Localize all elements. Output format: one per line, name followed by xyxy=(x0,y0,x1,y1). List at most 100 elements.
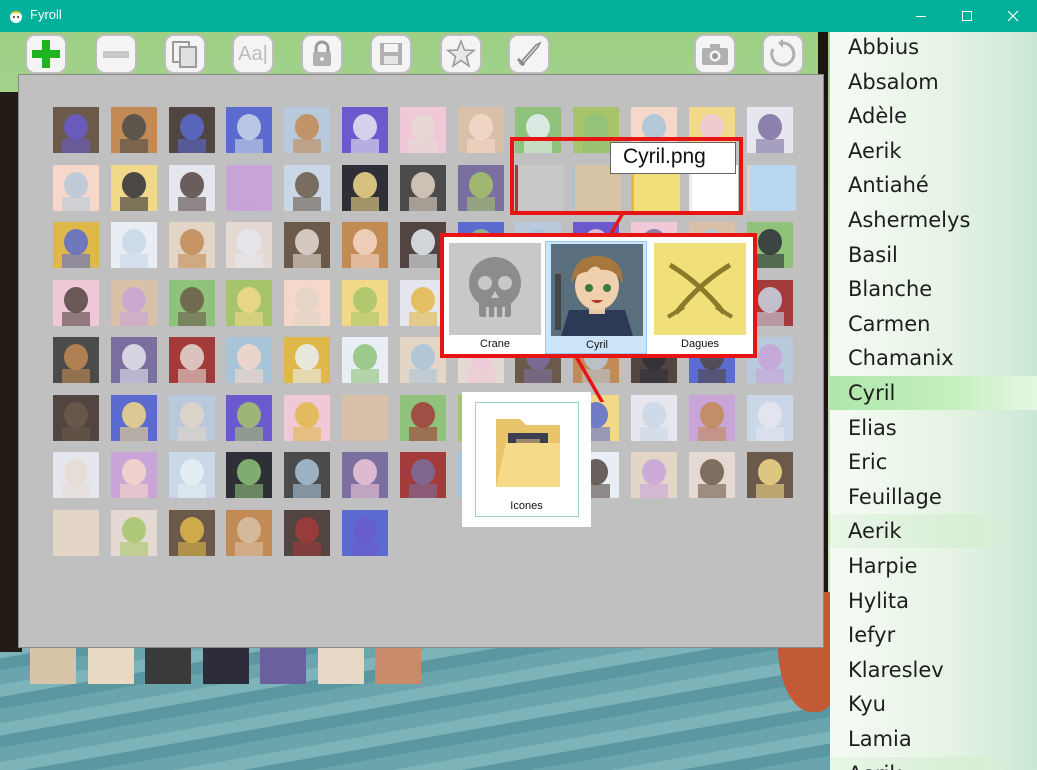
icon-thumbnail[interactable] xyxy=(110,509,157,556)
file-tile-cyril[interactable]: Cyril xyxy=(545,241,647,354)
icon-thumbnail[interactable] xyxy=(168,164,215,211)
icon-thumbnail[interactable] xyxy=(110,337,157,383)
icon-thumbnail[interactable] xyxy=(375,648,421,684)
icon-thumbnail[interactable] xyxy=(284,164,331,211)
icon-thumbnail[interactable] xyxy=(284,222,331,268)
save-button[interactable] xyxy=(370,34,412,74)
icon-thumbnail[interactable] xyxy=(168,222,215,268)
icon-thumbnail[interactable] xyxy=(342,279,388,326)
favorite-button[interactable] xyxy=(440,34,482,74)
remove-button[interactable] xyxy=(95,34,137,74)
icon-thumbnail[interactable] xyxy=(342,394,388,441)
icon-thumbnail[interactable] xyxy=(226,222,273,268)
icon-thumbnail[interactable] xyxy=(342,107,388,153)
character-item[interactable]: Aerik xyxy=(830,514,1013,549)
icon-thumbnail[interactable] xyxy=(110,452,157,498)
icon-thumbnail[interactable] xyxy=(226,452,273,498)
character-item[interactable]: Blanche xyxy=(830,272,1037,306)
lock-button[interactable] xyxy=(301,34,343,74)
icon-thumbnail[interactable] xyxy=(750,165,796,211)
character-item[interactable]: Feuillage xyxy=(830,480,1037,514)
icon-thumbnail[interactable] xyxy=(342,452,388,498)
icon-thumbnail[interactable] xyxy=(53,279,99,326)
character-item[interactable]: Ashermelys xyxy=(830,203,1037,237)
icon-thumbnail[interactable] xyxy=(399,394,446,441)
icon-thumbnail[interactable] xyxy=(342,164,388,211)
icon-thumbnail[interactable] xyxy=(53,107,99,153)
character-item[interactable]: Hylita xyxy=(830,584,1037,618)
icon-thumbnail[interactable] xyxy=(110,164,157,211)
icon-thumbnail[interactable] xyxy=(284,107,331,153)
character-item[interactable]: Antiahé xyxy=(830,168,1037,202)
close-button[interactable] xyxy=(990,0,1036,32)
icon-thumbnail[interactable] xyxy=(30,648,76,684)
icon-thumbnail[interactable] xyxy=(226,107,273,153)
icon-thumbnail[interactable] xyxy=(260,648,306,684)
screenshot-button[interactable] xyxy=(694,34,736,74)
file-tile-crane[interactable]: Crane xyxy=(444,241,546,354)
icon-thumbnail[interactable] xyxy=(457,164,504,211)
icon-thumbnail[interactable] xyxy=(168,452,215,498)
icon-thumbnail[interactable] xyxy=(168,279,215,326)
icon-thumbnail[interactable] xyxy=(168,509,215,556)
icon-thumbnail[interactable] xyxy=(631,394,677,441)
icon-thumbnail[interactable] xyxy=(399,222,446,268)
icon-thumbnail[interactable] xyxy=(53,222,99,268)
icon-thumbnail[interactable] xyxy=(110,394,157,441)
character-item[interactable]: Abbius xyxy=(830,32,1037,64)
character-item[interactable]: Aerik xyxy=(830,756,1013,770)
icon-thumbnail[interactable] xyxy=(53,509,99,556)
icon-thumbnail[interactable] xyxy=(226,164,273,211)
icon-thumbnail[interactable] xyxy=(399,164,446,211)
character-list[interactable]: Abbius Absalom Adèle Aerik Antiahé Ashermelys… xyxy=(830,32,1037,770)
icon-thumbnail[interactable] xyxy=(168,394,215,441)
icon-thumbnail[interactable] xyxy=(284,337,331,383)
character-item[interactable]: Chamanix xyxy=(830,341,1037,375)
icon-thumbnail[interactable] xyxy=(226,509,273,556)
icon-thumbnail[interactable] xyxy=(746,394,793,441)
icon-thumbnail[interactable] xyxy=(688,452,735,498)
reset-button[interactable] xyxy=(762,34,804,74)
icon-thumbnail[interactable] xyxy=(399,452,446,498)
icon-thumbnail[interactable] xyxy=(399,279,446,326)
character-item[interactable]: Harpie xyxy=(830,549,1037,583)
icon-thumbnail[interactable] xyxy=(53,337,99,383)
icon-thumbnail[interactable] xyxy=(284,279,331,326)
icon-thumbnail[interactable] xyxy=(53,452,99,498)
icon-thumbnail[interactable] xyxy=(226,394,273,441)
icon-thumbnail[interactable] xyxy=(631,452,677,498)
icon-thumbnail[interactable] xyxy=(457,107,504,153)
character-item[interactable]: Eric xyxy=(830,445,1037,479)
rename-button[interactable]: Aa| xyxy=(232,34,274,74)
icon-thumbnail[interactable] xyxy=(145,648,191,684)
character-item[interactable]: Iefyr xyxy=(830,618,1037,652)
character-item[interactable]: Klareslev xyxy=(830,653,1037,687)
icon-thumbnail[interactable] xyxy=(399,337,446,383)
character-item[interactable]: Lamia xyxy=(830,722,1037,756)
icon-thumbnail[interactable] xyxy=(226,279,273,326)
character-item[interactable]: Carmen xyxy=(830,307,1037,341)
icon-thumbnail[interactable] xyxy=(87,648,134,684)
duplicate-button[interactable] xyxy=(164,34,206,74)
icon-thumbnail[interactable] xyxy=(110,279,157,326)
icon-thumbnail[interactable] xyxy=(168,337,215,383)
icon-thumbnail[interactable] xyxy=(399,107,446,153)
icon-thumbnail[interactable] xyxy=(284,394,331,441)
icon-thumbnail[interactable] xyxy=(317,648,364,684)
character-item[interactable]: Kyu xyxy=(830,687,1037,721)
battle-button[interactable] xyxy=(508,34,550,74)
file-tile-dagues[interactable]: Dagues xyxy=(649,241,751,354)
icon-thumbnail[interactable] xyxy=(226,337,273,383)
add-button[interactable] xyxy=(25,34,67,74)
icon-thumbnail[interactable] xyxy=(284,452,331,498)
minimize-button[interactable] xyxy=(898,0,944,32)
icon-thumbnail[interactable] xyxy=(688,394,735,441)
character-item[interactable]: Aerik xyxy=(830,134,1037,168)
character-item[interactable]: Absalom xyxy=(830,65,1037,99)
character-item[interactable]: Elias xyxy=(830,411,1037,445)
character-item[interactable]: Basil xyxy=(830,238,1037,272)
character-item[interactable]: Adèle xyxy=(830,99,1037,133)
icon-thumbnail[interactable] xyxy=(53,394,99,441)
icon-thumbnail[interactable] xyxy=(202,648,249,684)
icon-thumbnail[interactable] xyxy=(342,337,388,383)
